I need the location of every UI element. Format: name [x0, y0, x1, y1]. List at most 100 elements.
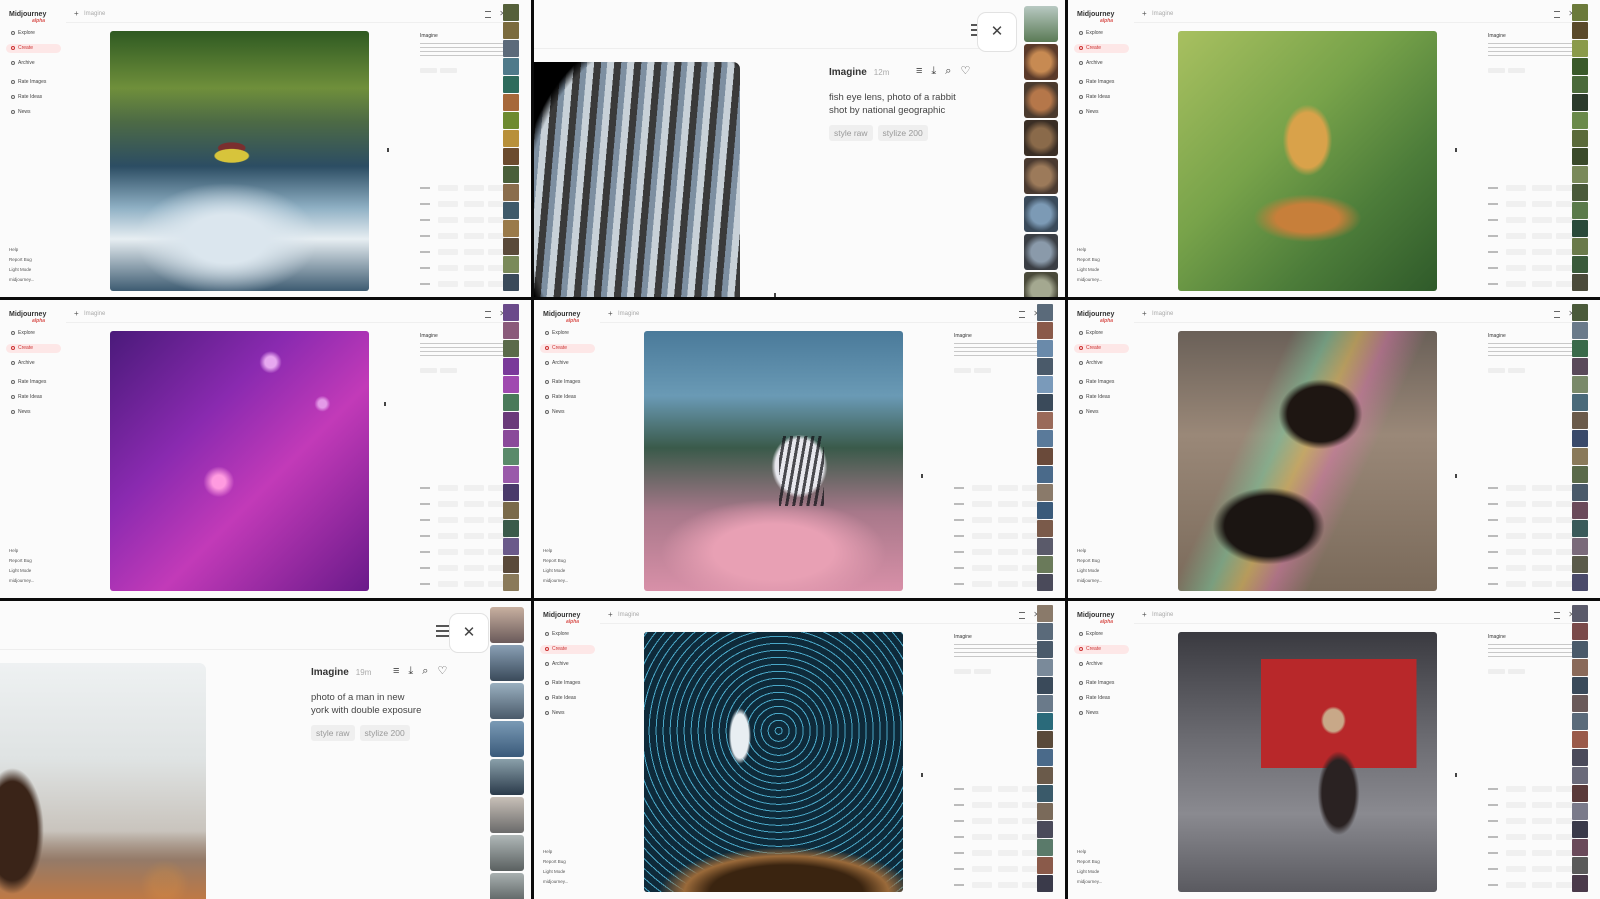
sidebar-item-create[interactable]: Create	[1074, 344, 1129, 353]
imagine-input[interactable]: Imagine	[618, 311, 639, 317]
report-bug-link[interactable]: Report Bug	[1077, 257, 1102, 267]
imagine-bar[interactable]: + Imagine ✕	[1134, 308, 1578, 323]
plus-icon[interactable]: +	[74, 310, 79, 318]
tag-style[interactable]: style raw	[829, 125, 873, 141]
download-icon[interactable]: ⤓	[408, 665, 413, 677]
help-link[interactable]: Help	[1077, 247, 1102, 257]
imagine-input[interactable]: Imagine	[84, 11, 105, 17]
help-link[interactable]: Help	[9, 548, 34, 558]
thumbnail-strip[interactable]	[1037, 304, 1053, 596]
help-link[interactable]: Help	[1077, 548, 1102, 558]
thumbnail-strip[interactable]	[1572, 304, 1588, 596]
generated-image[interactable]	[110, 331, 369, 591]
generated-image[interactable]	[0, 663, 206, 899]
sidebar-item-rate-ideas[interactable]: Rate Ideas	[6, 393, 61, 402]
sidebar-item-rate-images[interactable]: Rate Images	[1074, 378, 1129, 387]
light-mode-toggle[interactable]: Light Mode	[9, 267, 34, 277]
sidebar-item-create[interactable]: Create	[540, 344, 595, 353]
filter-icon[interactable]	[1019, 311, 1025, 318]
filter-icon[interactable]	[1554, 11, 1560, 18]
close-icon[interactable]: ✕	[977, 12, 1017, 52]
sidebar-item-explore[interactable]: Explore	[540, 630, 595, 639]
account-menu[interactable]: midjourney...	[9, 277, 34, 287]
sidebar-item-news[interactable]: News	[1074, 709, 1129, 718]
imagine-bar-zoomed[interactable]	[0, 611, 450, 650]
sidebar-item-news[interactable]: News	[6, 408, 61, 417]
sidebar-item-rate-ideas[interactable]: Rate Ideas	[6, 93, 61, 102]
tag-stylize[interactable]: stylize 200	[877, 125, 928, 141]
heart-icon[interactable]: ♡	[437, 665, 447, 677]
report-bug-link[interactable]: Report Bug	[9, 558, 34, 568]
sidebar-item-news[interactable]: News	[6, 108, 61, 117]
account-menu[interactable]: midjourney...	[9, 578, 34, 588]
plus-icon[interactable]: +	[1142, 310, 1147, 318]
sidebar-item-archive[interactable]: Archive	[1074, 660, 1129, 669]
plus-icon[interactable]: +	[1142, 10, 1147, 18]
filter-icon[interactable]	[436, 625, 450, 637]
imagine-bar[interactable]: + Imagine ✕	[600, 609, 1043, 624]
report-bug-link[interactable]: Report Bug	[1077, 859, 1102, 869]
light-mode-toggle[interactable]: Light Mode	[1077, 568, 1102, 578]
generated-image[interactable]	[1178, 632, 1437, 892]
sidebar-item-explore[interactable]: Explore	[540, 329, 595, 338]
sidebar-item-explore[interactable]: Explore	[1074, 630, 1129, 639]
sidebar-item-news[interactable]: News	[540, 709, 595, 718]
imagine-input[interactable]: Imagine	[618, 612, 639, 618]
filter-icon[interactable]	[1554, 612, 1560, 619]
sidebar-item-rate-images[interactable]: Rate Images	[1074, 78, 1129, 87]
plus-icon[interactable]: +	[608, 310, 613, 318]
sidebar-item-rate-ideas[interactable]: Rate Ideas	[1074, 694, 1129, 703]
heart-icon[interactable]: ♡	[960, 65, 970, 77]
imagine-input[interactable]: Imagine	[1152, 11, 1173, 17]
search-icon[interactable]: ⌕	[422, 665, 428, 677]
sidebar-item-archive[interactable]: Archive	[1074, 59, 1129, 68]
generated-image[interactable]	[110, 31, 369, 291]
filter-icon[interactable]	[1019, 612, 1025, 619]
sidebar-item-archive[interactable]: Archive	[540, 660, 595, 669]
sidebar-item-explore[interactable]: Explore	[6, 29, 61, 38]
report-bug-link[interactable]: Report Bug	[543, 558, 568, 568]
imagine-bar[interactable]: + Imagine ✕	[66, 8, 509, 23]
thumbnail-strip[interactable]	[1572, 605, 1588, 897]
filter-icon[interactable]	[485, 11, 491, 18]
thumbnail-strip[interactable]	[490, 607, 524, 899]
sidebar-item-create[interactable]: Create	[6, 44, 61, 53]
close-icon[interactable]: ✕	[449, 613, 489, 653]
sidebar-item-rate-ideas[interactable]: Rate Ideas	[1074, 393, 1129, 402]
sidebar-item-create[interactable]: Create	[540, 645, 595, 654]
imagine-input[interactable]: Imagine	[84, 311, 105, 317]
sidebar-item-archive[interactable]: Archive	[540, 359, 595, 368]
sidebar-item-rate-ideas[interactable]: Rate Ideas	[540, 694, 595, 703]
account-menu[interactable]: midjourney...	[1077, 277, 1102, 287]
sidebar-item-archive[interactable]: Archive	[6, 359, 61, 368]
imagine-input[interactable]: Imagine	[1152, 612, 1173, 618]
light-mode-toggle[interactable]: Light Mode	[1077, 869, 1102, 879]
light-mode-toggle[interactable]: Light Mode	[1077, 267, 1102, 277]
help-link[interactable]: Help	[1077, 849, 1102, 859]
imagine-bar-zoomed[interactable]	[534, 10, 984, 49]
sidebar-item-rate-images[interactable]: Rate Images	[540, 679, 595, 688]
sidebar-item-explore[interactable]: Explore	[1074, 29, 1129, 38]
sidebar-item-rate-images[interactable]: Rate Images	[1074, 679, 1129, 688]
account-menu[interactable]: midjourney...	[543, 879, 568, 889]
sidebar-item-create[interactable]: Create	[6, 344, 61, 353]
report-bug-link[interactable]: Report Bug	[543, 859, 568, 869]
account-menu[interactable]: midjourney...	[543, 578, 568, 588]
thumbnail-strip[interactable]	[1572, 4, 1588, 295]
filter-icon[interactable]	[1554, 311, 1560, 318]
sidebar-item-rate-images[interactable]: Rate Images	[6, 78, 61, 87]
download-icon[interactable]: ⤓	[931, 65, 936, 77]
tag-style[interactable]: style raw	[311, 725, 355, 741]
help-link[interactable]: Help	[9, 247, 34, 257]
thumbnail-strip[interactable]	[1037, 605, 1053, 897]
generated-image[interactable]	[644, 632, 903, 892]
sidebar-item-archive[interactable]: Archive	[6, 59, 61, 68]
plus-icon[interactable]: +	[608, 611, 613, 619]
help-link[interactable]: Help	[543, 849, 568, 859]
sidebar-item-rate-images[interactable]: Rate Images	[540, 378, 595, 387]
imagine-bar[interactable]: + Imagine ✕	[66, 308, 509, 323]
menu-icon[interactable]: ≡	[916, 65, 922, 77]
sidebar-item-create[interactable]: Create	[1074, 645, 1129, 654]
generated-image[interactable]	[644, 331, 903, 591]
generated-image[interactable]	[534, 62, 740, 297]
